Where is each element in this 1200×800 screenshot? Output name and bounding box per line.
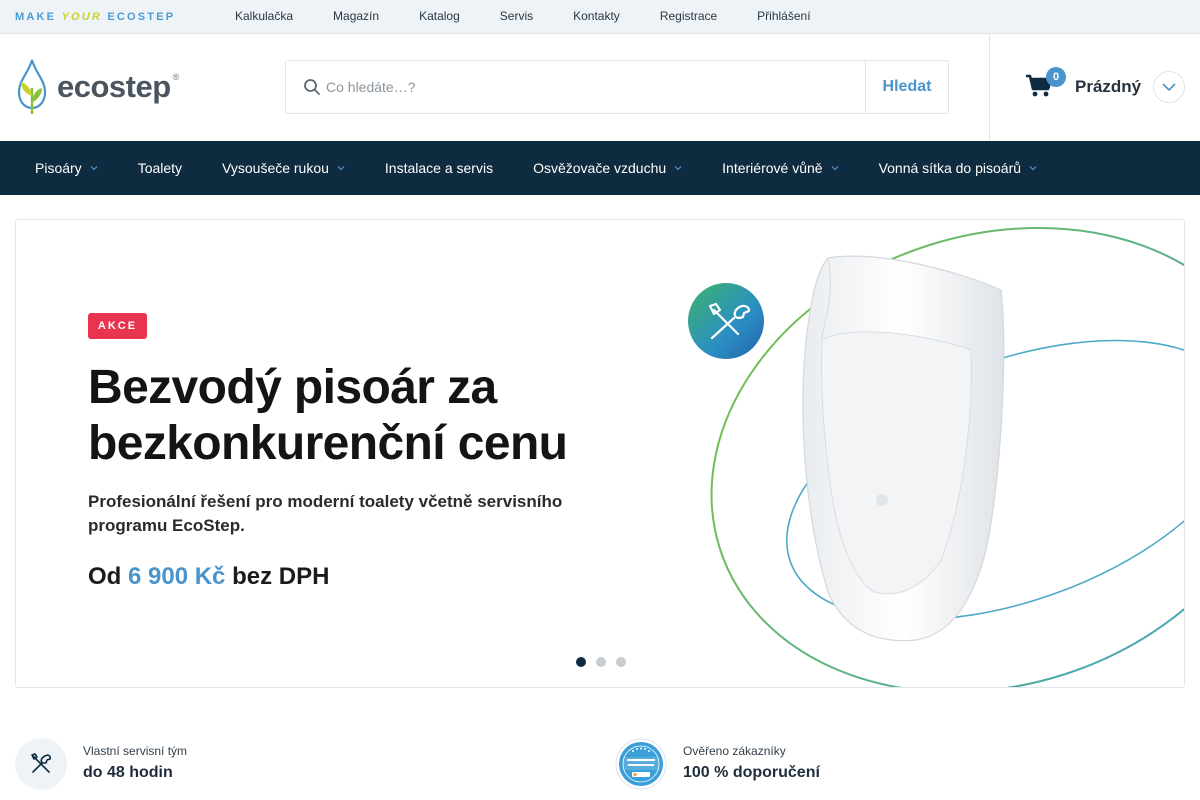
logo-text: ecostep bbox=[57, 69, 171, 104]
nav-item-label: Interiérové vůně bbox=[722, 160, 823, 176]
nav-item-label: Vysoušeče rukou bbox=[222, 160, 329, 176]
feature-caption: Ověřeno zákazníky bbox=[683, 744, 786, 758]
slider-dot-1[interactable] bbox=[576, 657, 586, 667]
headline-line-1: Bezvodý pisoár za bbox=[88, 361, 497, 414]
chevron-down-icon bbox=[90, 166, 98, 171]
search-button[interactable]: Hledat bbox=[865, 61, 948, 113]
feature-value: 100 % doporučení bbox=[683, 764, 820, 781]
logo-registered-mark: ® bbox=[172, 72, 180, 82]
header-divider bbox=[989, 34, 990, 141]
top-links: Kalkulačka Magazín Katalog Servis Kontak… bbox=[235, 9, 851, 23]
hero-banner[interactable]: AKCE Bezvodý pisoár za bezkonkurenční ce… bbox=[15, 219, 1185, 688]
slider-dot-3[interactable] bbox=[616, 657, 626, 667]
top-link-registrace[interactable]: Registrace bbox=[660, 9, 717, 23]
feature-service-team: Vlastní servisní tým do 48 hodin bbox=[15, 738, 315, 790]
nav-item-vysousece-rukou[interactable]: Vysoušeče rukou bbox=[222, 160, 345, 176]
subline-line-2: programu EcoStep. bbox=[88, 516, 245, 535]
top-link-magazin[interactable]: Magazín bbox=[333, 9, 379, 23]
nav-item-label: Vonná sítka do pisoárů bbox=[878, 160, 1022, 176]
price-amount: 6 900 Kč bbox=[128, 563, 226, 590]
heureka-badge-icon bbox=[615, 738, 667, 790]
chevron-down-icon bbox=[337, 166, 345, 171]
search-box: Hledat bbox=[285, 60, 949, 114]
banner-headline: Bezvodý pisoár za bezkonkurenční cenu bbox=[88, 360, 568, 472]
logo[interactable]: ecostep ® bbox=[15, 58, 179, 116]
nav-item-pisoary[interactable]: Pisoáry bbox=[35, 160, 98, 176]
top-bar: MAKE YOUR ECOSTEP Kalkulačka Magazín Kat… bbox=[0, 0, 1200, 34]
feature-caption: Vlastní servisní tým bbox=[83, 744, 188, 758]
slider-dots bbox=[576, 657, 636, 667]
nav-item-label: Instalace a servis bbox=[384, 160, 494, 176]
tagline-make: MAKE bbox=[15, 11, 57, 23]
chevron-down-icon bbox=[831, 166, 839, 171]
nav-item-label: Osvěžovače vzduchu bbox=[533, 160, 667, 176]
search-input[interactable] bbox=[326, 71, 846, 103]
main-navigation: Pisoáry Toalety Vysoušeče rukou Instalac… bbox=[0, 141, 1200, 195]
cart-dropdown-toggle[interactable] bbox=[1153, 71, 1185, 103]
nav-item-interierove-vune[interactable]: Interiérové vůně bbox=[722, 160, 839, 176]
cart-count-badge: 0 bbox=[1046, 67, 1066, 87]
feature-value: do 48 hodin bbox=[83, 764, 173, 781]
tagline: MAKE YOUR ECOSTEP bbox=[15, 11, 175, 23]
nav-item-instalace-a-servis[interactable]: Instalace a servis bbox=[385, 160, 493, 176]
feature-customer-verified: Ověřeno zákazníky 100 % doporučení bbox=[615, 738, 915, 790]
top-link-kontakty[interactable]: Kontakty bbox=[573, 9, 620, 23]
chevron-down-icon bbox=[674, 166, 682, 171]
search-icon bbox=[304, 79, 320, 95]
price-suffix: bez DPH bbox=[232, 563, 330, 590]
chevron-down-icon bbox=[1029, 166, 1037, 171]
subline-line-1: Profesionální řešení pro moderní toalety… bbox=[88, 492, 563, 511]
price-prefix: Od bbox=[88, 563, 122, 590]
top-link-prihlaseni[interactable]: Přihlášení bbox=[757, 9, 810, 23]
feature-icon-circle bbox=[15, 738, 67, 790]
banner-price: Od 6 900 Kč bez DPH bbox=[88, 563, 329, 591]
tools-icon bbox=[31, 753, 51, 773]
nav-item-label: Pisoáry bbox=[35, 160, 82, 176]
tagline-brand: ECOSTEP bbox=[107, 11, 176, 23]
cart-status-label[interactable]: Prázdný bbox=[1075, 77, 1141, 97]
site-header: ecostep ® Hledat 0 Prázdný bbox=[0, 34, 1200, 141]
top-link-katalog[interactable]: Katalog bbox=[419, 9, 460, 23]
promo-badge: AKCE bbox=[88, 313, 147, 339]
top-link-kalkulacka[interactable]: Kalkulačka bbox=[235, 9, 293, 23]
nav-item-osvezovace-vzduchu[interactable]: Osvěžovače vzduchu bbox=[533, 160, 682, 176]
nav-item-label: Toalety bbox=[137, 160, 183, 176]
nav-item-vonna-sitka[interactable]: Vonná sítka do pisoárů bbox=[879, 160, 1037, 176]
banner-subline: Profesionální řešení pro moderní toalety… bbox=[88, 490, 608, 538]
nav-item-toalety[interactable]: Toalety bbox=[138, 160, 182, 176]
tagline-your: YOUR bbox=[61, 11, 103, 23]
leaf-drop-icon bbox=[17, 59, 47, 114]
slider-dot-2[interactable] bbox=[596, 657, 606, 667]
headline-line-2: bezkonkurenční cenu bbox=[88, 417, 568, 470]
top-link-servis[interactable]: Servis bbox=[500, 9, 533, 23]
chevron-down-icon bbox=[1162, 83, 1176, 91]
